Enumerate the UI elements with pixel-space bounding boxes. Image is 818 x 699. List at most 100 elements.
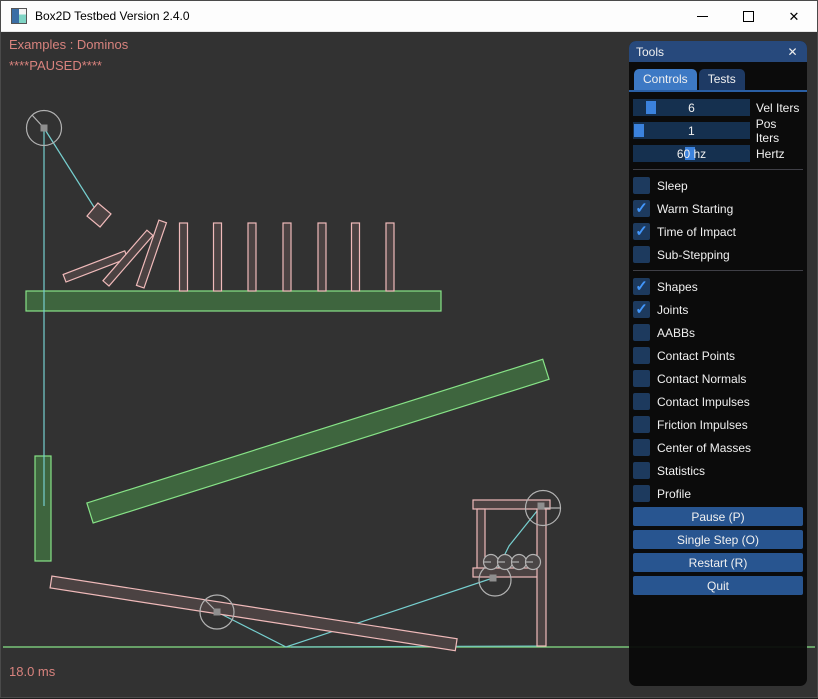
tools-panel-titlebar[interactable]: Tools ✕ <box>629 41 807 62</box>
vel-iters-slider[interactable]: 6 <box>633 99 750 116</box>
standing-domino <box>318 223 326 291</box>
profile-checkbox[interactable] <box>633 485 650 502</box>
app-icon <box>11 8 27 24</box>
fallen-domino <box>136 220 166 288</box>
tab-bar: ControlsTests <box>629 62 807 90</box>
checkbox-row-sleep[interactable]: Sleep <box>633 174 803 197</box>
tools-panel-title: Tools <box>636 45 785 59</box>
slider-row-pos-iters: 1 Pos Iters <box>633 119 803 142</box>
separator <box>633 169 803 170</box>
pos-iters-slider[interactable]: 1 <box>633 122 750 139</box>
tools-panel: Tools ✕ ControlsTests 6 Vel Iters 1 Pos Ite… <box>629 41 807 686</box>
close-icon: ✕ <box>789 10 800 23</box>
standing-domino <box>214 223 222 291</box>
minimize-button[interactable] <box>679 1 725 31</box>
contact-impulses-label: Contact Impulses <box>657 395 750 409</box>
standing-domino <box>248 223 256 291</box>
sleep-checkbox[interactable] <box>633 177 650 194</box>
joints-checkbox[interactable]: ✓ <box>633 301 650 318</box>
aabbs-label: AABBs <box>657 326 695 340</box>
time-of-impact-checkbox[interactable]: ✓ <box>633 223 650 240</box>
checkbox-group-solver: Sleep ✓ Warm Starting ✓ Time of Impact Sub-St… <box>633 174 803 266</box>
frame-time-label: 18.0 ms <box>9 664 55 679</box>
joint-anchor <box>490 575 497 582</box>
pendulum-bob <box>87 203 111 227</box>
checkbox-row-profile[interactable]: Profile <box>633 482 803 505</box>
domino-platform <box>26 291 441 311</box>
checkbox-row-contact-normals[interactable]: Contact Normals <box>633 367 803 390</box>
seesaw-plank <box>50 576 457 651</box>
checkbox-row-center-of-masses[interactable]: Center of Masses <box>633 436 803 459</box>
checkbox-row-aabbs[interactable]: AABBs <box>633 321 803 344</box>
profile-label: Profile <box>657 487 691 501</box>
quit-button[interactable]: Quit <box>633 576 803 595</box>
shapes-label: Shapes <box>657 280 698 294</box>
vertical-green-block <box>35 456 51 561</box>
joint-anchor <box>41 125 48 132</box>
window-titlebar[interactable]: Box2D Testbed Version 2.4.0 ✕ <box>1 1 817 32</box>
contact-points-label: Contact Points <box>657 349 735 363</box>
joint-anchor <box>214 609 221 616</box>
contact-impulses-checkbox[interactable] <box>633 393 650 410</box>
minimize-icon <box>697 16 708 17</box>
hertz-label: Hertz <box>756 147 785 161</box>
pos-iters-value: 1 <box>633 122 750 139</box>
sub-stepping-checkbox[interactable] <box>633 246 650 263</box>
restart-button[interactable]: Restart (R) <box>633 553 803 572</box>
time-of-impact-label: Time of Impact <box>657 225 736 239</box>
statistics-checkbox[interactable] <box>633 462 650 479</box>
single-step-button[interactable]: Single Step (O) <box>633 530 803 549</box>
vel-iters-value: 6 <box>633 99 750 116</box>
standing-domino <box>180 223 188 291</box>
angled-green-plank <box>87 359 549 523</box>
checkmark-icon: ✓ <box>635 224 648 239</box>
button-section: Pause (P) Single Step (O) Restart (R) Quit <box>633 507 803 595</box>
hertz-slider[interactable]: 60 hz <box>633 145 750 162</box>
warm-starting-label: Warm Starting <box>657 202 733 216</box>
friction-impulses-label: Friction Impulses <box>657 418 748 432</box>
tools-panel-close-icon[interactable]: ✕ <box>785 45 800 59</box>
app-window: Box2D Testbed Version 2.4.0 ✕ <box>0 0 818 698</box>
checkbox-row-time-of-impact[interactable]: ✓ Time of Impact <box>633 220 803 243</box>
warm-starting-checkbox[interactable]: ✓ <box>633 200 650 217</box>
standing-domino <box>386 223 394 291</box>
contact-normals-checkbox[interactable] <box>633 370 650 387</box>
checkbox-row-shapes[interactable]: ✓ Shapes <box>633 275 803 298</box>
friction-impulses-checkbox[interactable] <box>633 416 650 433</box>
checkbox-row-joints[interactable]: ✓Joints <box>633 298 803 321</box>
frame-right-leg <box>537 509 546 646</box>
checkbox-row-statistics[interactable]: Statistics <box>633 459 803 482</box>
center-of-masses-label: Center of Masses <box>657 441 751 455</box>
checkmark-icon: ✓ <box>635 201 648 216</box>
checkbox-group-draw: ✓ Shapes ✓Joints AABBs Contact Points Contact… <box>633 275 803 505</box>
joint-pendulum-diagonal <box>44 128 99 215</box>
checkbox-row-sub-stepping[interactable]: Sub-Stepping <box>633 243 803 266</box>
tab-controls[interactable]: Controls <box>634 69 697 90</box>
contact-points-checkbox[interactable] <box>633 347 650 364</box>
close-button[interactable]: ✕ <box>771 1 817 31</box>
checkbox-row-friction-impulses[interactable]: Friction Impulses <box>633 413 803 436</box>
maximize-button[interactable] <box>725 1 771 31</box>
contact-normals-label: Contact Normals <box>657 372 746 386</box>
sleep-label: Sleep <box>657 179 688 193</box>
statistics-label: Statistics <box>657 464 705 478</box>
sub-stepping-label: Sub-Stepping <box>657 248 730 262</box>
paused-label: ****PAUSED**** <box>9 58 102 73</box>
slider-row-hertz: 60 hz Hertz <box>633 142 803 165</box>
pause-button[interactable]: Pause (P) <box>633 507 803 526</box>
pos-iters-label: Pos Iters <box>756 117 803 145</box>
joint-anchor <box>538 503 545 510</box>
example-label: Examples : Dominos <box>9 37 128 52</box>
maximize-icon <box>743 11 754 22</box>
checkbox-row-warm-starting[interactable]: ✓ Warm Starting <box>633 197 803 220</box>
shapes-checkbox[interactable]: ✓ <box>633 278 650 295</box>
standing-domino <box>283 223 291 291</box>
tab-tests[interactable]: Tests <box>699 69 745 90</box>
checkbox-row-contact-points[interactable]: Contact Points <box>633 344 803 367</box>
slider-section: 6 Vel Iters 1 Pos Iters 60 hz Hertz <box>633 96 803 165</box>
aabbs-checkbox[interactable] <box>633 324 650 341</box>
center-of-masses-checkbox[interactable] <box>633 439 650 456</box>
checkmark-icon: ✓ <box>635 302 648 317</box>
vel-iters-label: Vel Iters <box>756 101 799 115</box>
checkbox-row-contact-impulses[interactable]: Contact Impulses <box>633 390 803 413</box>
